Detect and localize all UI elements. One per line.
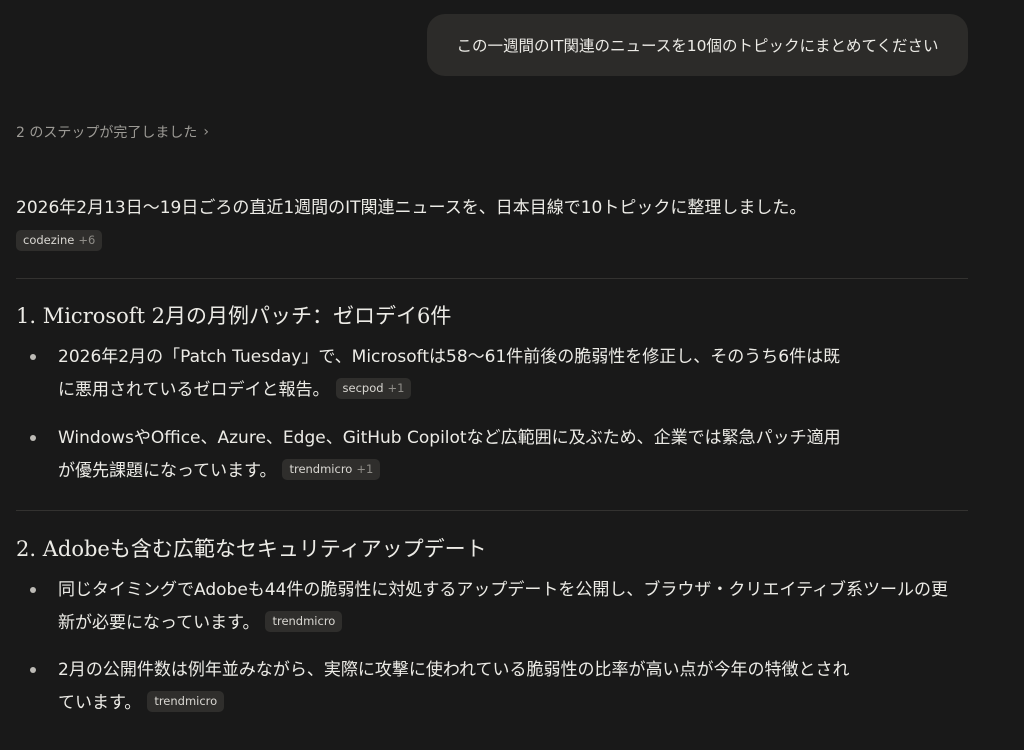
bullet-text-line2: ています。 xyxy=(58,693,142,713)
user-message-text: この一週間のIT関連のニュースを10個のトピックにまとめてください xyxy=(456,37,939,55)
source-chip[interactable]: secpod +1 xyxy=(335,377,412,399)
section-heading: 1. Microsoft 2月の月例パッチ：ゼロデイ6件 xyxy=(16,304,452,328)
source-chip-count: +1 xyxy=(356,461,374,476)
list-item: 同じタイミングでAdobeも44件の脆弱性に対処するアップデートを公開し、ブラウ… xyxy=(30,574,970,640)
source-chip-label: trendmicro xyxy=(272,613,336,628)
source-chip-label: codezine xyxy=(23,233,75,247)
bullet-text-line1: WindowsやOffice、Azure、Edge、GitHub Copilot… xyxy=(58,428,841,448)
bullet-text-line2: 新が必要になっています。 xyxy=(58,613,260,633)
source-chip[interactable]: trendmicro xyxy=(147,690,225,712)
bullet-dot xyxy=(30,667,36,673)
source-chip[interactable]: codezine +6 xyxy=(16,230,103,251)
list-item: WindowsやOffice、Azure、Edge、GitHub Copilot… xyxy=(30,422,970,488)
bullet-dot xyxy=(30,435,36,441)
source-chip-label: trendmicro xyxy=(289,461,353,476)
bullet-text-line2: に悪用されているゼロデイと報告。 xyxy=(58,380,330,400)
source-chip-count: +6 xyxy=(78,233,96,247)
steps-completed-toggle[interactable]: 2 のステップが完了しました › xyxy=(16,122,209,142)
source-chip-label: secpod xyxy=(342,380,384,395)
chevron-right-icon: › xyxy=(203,124,209,140)
source-chip-count: +1 xyxy=(387,380,405,395)
bullet-text-line1: 同じタイミングでAdobeも44件の脆弱性に対処するアップデートを公開し、ブラウ… xyxy=(58,580,949,600)
section-divider xyxy=(16,278,968,279)
list-item: 2月の公開件数は例年並みながら、実際に攻撃に使われている脆弱性の比率が高い点が今… xyxy=(30,654,970,720)
list-item: 2026年2月の「Patch Tuesday」で、Microsoftは58～61… xyxy=(30,341,970,407)
user-message-bubble: この一週間のIT関連のニュースを10個のトピックにまとめてください xyxy=(427,14,968,76)
intro-text: 2026年2月13日～19日ごろの直近1週間のIT関連ニュースを、日本目線で10… xyxy=(16,198,807,218)
source-chip-label: trendmicro xyxy=(154,693,218,708)
bullet-text-line2: が優先課題になっています。 xyxy=(58,461,277,481)
source-chip[interactable]: trendmicro +1 xyxy=(282,458,381,480)
bullet-dot xyxy=(30,587,36,593)
section-divider xyxy=(16,510,968,511)
bullet-text-line1: 2026年2月の「Patch Tuesday」で、Microsoftは58～61… xyxy=(58,347,841,367)
section-heading: 2. Adobeも含む広範なセキュリティアップデート xyxy=(16,537,487,561)
source-chip[interactable]: trendmicro xyxy=(265,610,343,632)
bullet-dot xyxy=(30,354,36,360)
bullet-text-line1: 2月の公開件数は例年並みながら、実際に攻撃に使われている脆弱性の比率が高い点が今… xyxy=(58,660,850,680)
steps-completed-label: 2 のステップが完了しました xyxy=(16,125,198,141)
